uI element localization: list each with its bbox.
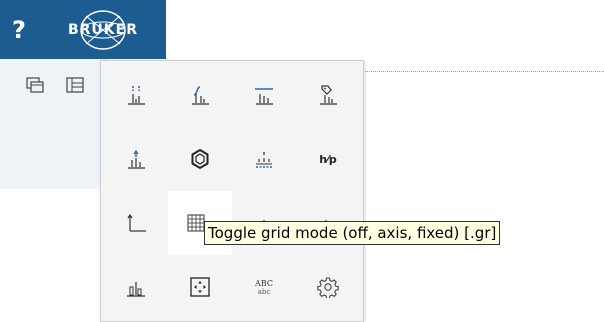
fit-window-button[interactable] [168,255,232,319]
peak-pick-icon [128,86,145,105]
baseline-icon [255,88,273,105]
integrate-button[interactable] [168,63,232,127]
bar-spectrum-button[interactable] [104,255,168,319]
bar-spectrum-icon [127,282,145,297]
help-button[interactable]: ? [12,14,40,46]
peak-up-icon [128,149,145,169]
abc-text-button[interactable]: ABC abc [232,255,296,319]
window-icon[interactable] [26,77,44,93]
abc-lower-label: abc [257,287,271,296]
settings-button[interactable] [296,255,360,319]
settings-icon [317,277,339,298]
peak-pick-button[interactable] [104,63,168,127]
axis-icon [127,213,146,232]
fit-window-icon [190,277,210,297]
label-peak-button[interactable] [296,63,360,127]
grid-mode-tooltip: Toggle grid mode (off, axis, fixed) [.gr… [204,221,501,245]
separator-line [363,71,604,72]
molecule-button[interactable] [168,127,232,191]
multiplet-button[interactable] [232,127,296,191]
top-bar: ? BRUKER [0,0,166,59]
abc-icon: ABC abc [255,279,273,296]
peak-up-button[interactable] [104,127,168,191]
integrate-icon [192,86,209,105]
axis-button[interactable] [104,191,168,255]
toolbar-dropdown-menu: h⁄p ABC abc [100,60,364,322]
panel-layout-icon[interactable] [66,77,84,93]
abc-upper-label: ABC [255,278,273,288]
label-peak-icon [320,85,337,105]
left-panel [0,59,107,189]
logo-text: BRUKER [67,22,138,38]
hp-button[interactable]: h⁄p [296,127,360,191]
multiplet-icon [256,152,272,168]
hp-icon: h⁄p [319,152,337,166]
baseline-button[interactable] [232,63,296,127]
molecule-icon [191,148,209,170]
bruker-logo: BRUKER [52,9,154,51]
